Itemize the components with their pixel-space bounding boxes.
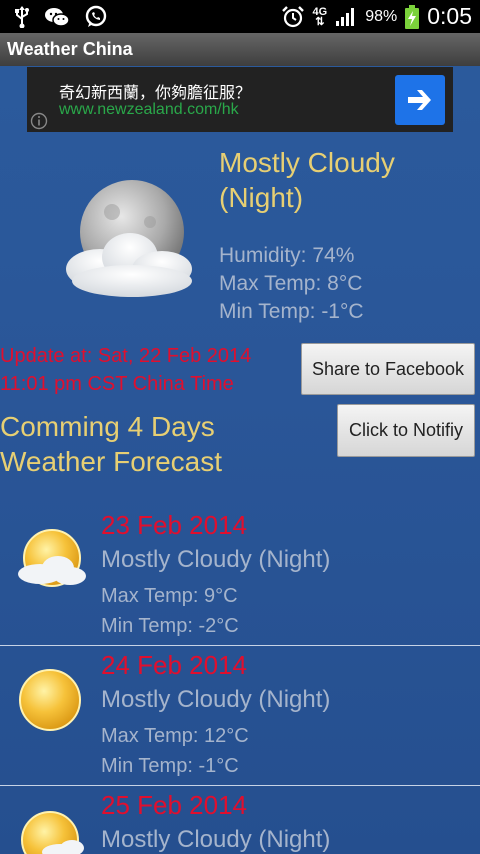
forecast-row: 24 Feb 2014 Mostly Cloudy (Night) Max Te… [0, 650, 480, 790]
status-bar: 4G ⇅ 98% 0:05 [0, 0, 480, 33]
forecast-heading-line-1: Comming 4 Days [0, 411, 215, 442]
arrow-right-icon [408, 90, 431, 110]
app-title: Weather China [7, 39, 133, 59]
forecast-min-temp: Min Temp: -1°C [101, 755, 239, 777]
forecast-condition: Mostly Cloudy (Night) [101, 826, 331, 853]
network-type: 4G [312, 5, 328, 18]
whatsapp-icon [85, 5, 107, 27]
notification-icons [14, 5, 108, 29]
system-icons: 4G ⇅ 98% 0:05 [281, 3, 472, 30]
row-divider [0, 785, 480, 786]
max-temp: Max Temp: 8°C [219, 272, 363, 295]
info-icon[interactable] [30, 112, 48, 130]
row-divider [0, 645, 480, 646]
battery-charging-icon [405, 4, 420, 29]
update-line-1: Update at: Sat, 22 Feb 2014 [0, 345, 252, 367]
network-indicator: 4G ⇅ [312, 5, 328, 28]
usb-icon [15, 6, 29, 28]
battery-percent: 98% [365, 7, 398, 25]
forecast-date: 24 Feb 2014 [101, 650, 248, 680]
ad-title[interactable]: 奇幻新西蘭，你夠膽征服？ [59, 79, 251, 103]
forecast-date: 25 Feb 2014 [101, 790, 248, 820]
alarm-icon [281, 5, 304, 27]
forecast-date: 23 Feb 2014 [101, 510, 248, 540]
humidity: Humidity: 74% [219, 244, 355, 267]
forecast-heading: Comming 4 Days Weather Forecast [0, 409, 222, 479]
app-title-bar: Weather China [0, 33, 480, 66]
forecast-max-temp: Max Temp: 12°C [101, 725, 249, 747]
min-temp: Min Temp: -1°C [219, 300, 364, 323]
forecast-min-temp: Min Temp: -2°C [101, 615, 239, 637]
sun-cloud-icon [18, 529, 86, 587]
ad-url[interactable]: www.newzealand.com/hk [59, 101, 239, 119]
sun-icon [19, 669, 81, 731]
forecast-max-temp: Max Temp: 9°C [101, 585, 238, 607]
ad-banner[interactable]: 奇幻新西蘭，你夠膽征服？ www.newzealand.com/hk [27, 67, 453, 132]
forecast-condition: Mostly Cloudy (Night) [101, 546, 331, 573]
forecast-row: 25 Feb 2014 Mostly Cloudy (Night) [0, 790, 480, 854]
forecast-condition: Mostly Cloudy (Night) [101, 686, 331, 713]
forecast-heading-line-2: Weather Forecast [0, 446, 223, 477]
sun-cloud-icon [21, 811, 84, 854]
current-condition: Mostly Cloudy (Night) [219, 145, 474, 215]
update-line-2: 11:01 pm CST China Time [0, 373, 234, 395]
moon-cloud-icon [66, 180, 192, 297]
update-time: Update at: Sat, 22 Feb 2014 11:01 pm CST… [0, 342, 300, 398]
ad-cta-button[interactable] [395, 75, 445, 125]
wechat-icon [45, 8, 70, 27]
forecast-row: 23 Feb 2014 Mostly Cloudy (Night) Max Te… [0, 510, 480, 650]
signal-icon [336, 7, 355, 26]
condition-line-2: (Night) [219, 182, 304, 213]
share-facebook-button[interactable]: Share to Facebook [301, 343, 475, 395]
data-arrows-icon: ⇅ [315, 15, 325, 28]
clock: 0:05 [427, 3, 472, 29]
notify-button[interactable]: Click to Notifiy [337, 404, 475, 457]
condition-line-1: Mostly Cloudy [219, 147, 395, 178]
